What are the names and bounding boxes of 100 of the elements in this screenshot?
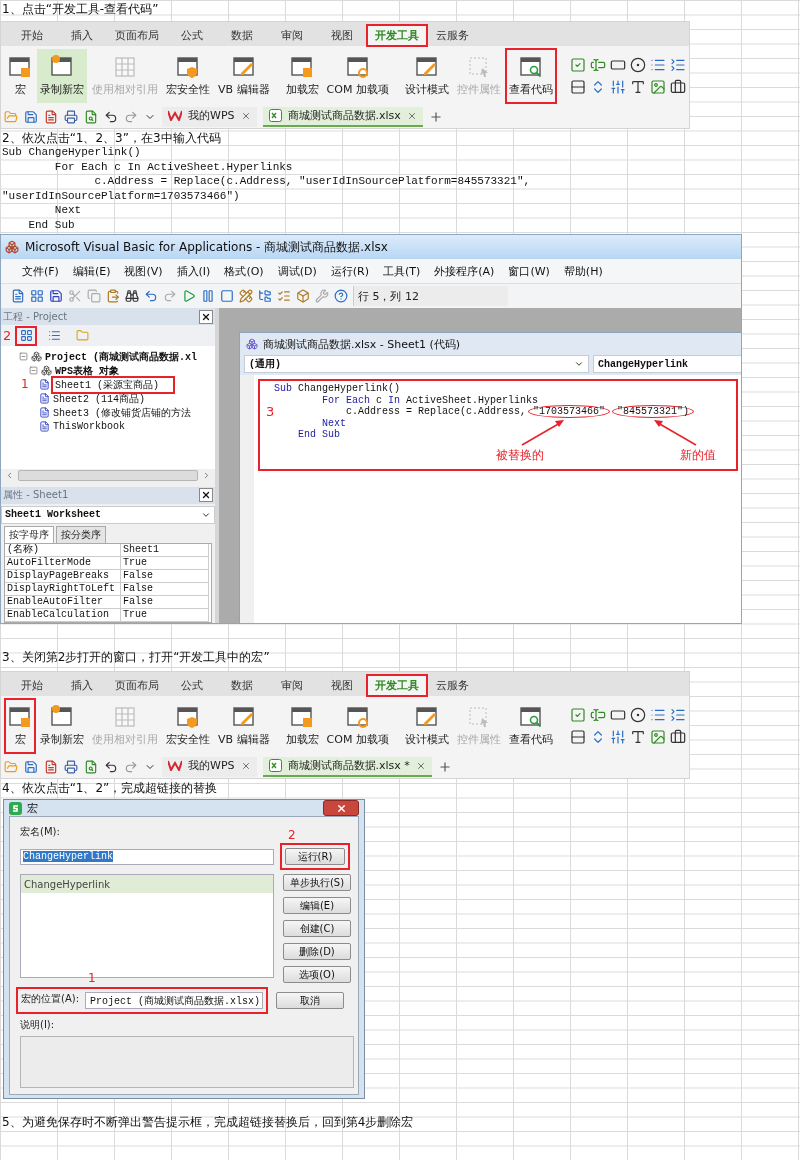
menu-item[interactable]: 运行(R) bbox=[323, 263, 376, 279]
close-tab-button[interactable] bbox=[240, 760, 251, 771]
close-tab-button[interactable] bbox=[415, 760, 426, 771]
close-button[interactable] bbox=[323, 800, 359, 816]
ribbon-tab[interactable]: 页面布局 bbox=[107, 674, 167, 696]
text-field-icon[interactable] bbox=[589, 706, 606, 723]
paste-icon[interactable] bbox=[106, 289, 120, 303]
tree-item[interactable]: Project (商城测试商品数据.xl bbox=[45, 349, 197, 364]
menu-item[interactable]: 格式(O) bbox=[217, 263, 271, 279]
printer-icon[interactable] bbox=[64, 759, 78, 774]
properties-tab[interactable]: 按字母序 bbox=[4, 526, 54, 543]
ribbon-tool-button[interactable]: 设计模式 bbox=[401, 48, 452, 103]
dialog-button[interactable]: 单步执行(S) bbox=[283, 874, 351, 891]
folder-tree-icon[interactable] bbox=[258, 289, 272, 303]
list-item[interactable]: ChangeHyperlink bbox=[21, 875, 273, 893]
design-icon[interactable] bbox=[239, 289, 253, 303]
ribbon-tool-button[interactable]: 录制新宏 bbox=[37, 48, 87, 103]
dialog-button[interactable]: 选项(O) bbox=[283, 966, 351, 983]
play-icon[interactable] bbox=[182, 289, 196, 303]
ribbon-tab[interactable]: 审阅 bbox=[267, 24, 317, 46]
procedure-dropdown[interactable]: ChangeHyperlink bbox=[593, 355, 741, 373]
macro-name-field[interactable]: ChangeHyperlink bbox=[20, 848, 274, 865]
ribbon-tab[interactable]: 开发工具 bbox=[367, 674, 427, 696]
image-icon[interactable] bbox=[649, 728, 666, 745]
image-icon[interactable] bbox=[649, 78, 666, 95]
object-dropdown[interactable]: Sheet1 Worksheet bbox=[1, 505, 215, 524]
undo-icon[interactable] bbox=[104, 109, 118, 124]
document-icon[interactable] bbox=[44, 759, 58, 774]
menu-item[interactable]: 外接程序(A) bbox=[427, 263, 502, 279]
ribbon-tool-button[interactable]: 宏安全性 bbox=[163, 48, 213, 103]
toolbox-icon[interactable] bbox=[669, 728, 686, 745]
undo-icon[interactable] bbox=[104, 759, 118, 774]
ribbon-tool-button[interactable]: 加载宏 bbox=[282, 698, 322, 753]
dialog-button[interactable]: 创建(C) bbox=[283, 920, 351, 937]
ribbon-tool-button[interactable]: COM 加载项 bbox=[323, 48, 392, 103]
rows-icon[interactable] bbox=[569, 728, 586, 745]
dialog-button[interactable]: 删除(D) bbox=[283, 943, 351, 960]
scrollbar-icon[interactable] bbox=[609, 728, 626, 745]
ribbon-tab[interactable]: 开发工具 bbox=[367, 24, 427, 46]
ribbon-tool-button[interactable]: 宏安全性 bbox=[163, 698, 213, 753]
close-button[interactable] bbox=[199, 309, 213, 324]
menu-item[interactable]: 窗口(W) bbox=[501, 263, 557, 279]
ribbon-tab[interactable]: 开始 bbox=[7, 24, 57, 46]
scrollbar-icon[interactable] bbox=[609, 78, 626, 95]
menu-item[interactable]: 视图(V) bbox=[117, 263, 170, 279]
new-tab-icon[interactable] bbox=[437, 759, 452, 774]
close-tab-button[interactable] bbox=[406, 110, 417, 121]
location-dropdown[interactable]: Project (商城测试商品数据.xlsx) bbox=[85, 992, 263, 1009]
type-icon[interactable] bbox=[629, 728, 646, 745]
combo-list-icon[interactable] bbox=[669, 706, 686, 723]
scroll-left-icon[interactable] bbox=[5, 471, 14, 481]
tree-item[interactable]: Sheet3 (修改铺货店铺的方法 bbox=[53, 405, 191, 420]
save-icon[interactable] bbox=[24, 759, 38, 774]
dialog-button[interactable]: 运行(R) bbox=[285, 848, 345, 865]
toolbox-icon[interactable] bbox=[669, 78, 686, 95]
ribbon-tab[interactable]: 云服务 bbox=[427, 24, 477, 46]
pause-icon[interactable] bbox=[201, 289, 215, 303]
menu-item[interactable]: 帮助(H) bbox=[556, 263, 610, 279]
close-button[interactable] bbox=[199, 488, 213, 503]
ribbon-tab[interactable]: 数据 bbox=[217, 24, 267, 46]
file-tab[interactable]: 我的WPS bbox=[162, 106, 257, 127]
tree-item[interactable]: Sheet1 (采源宝商品) bbox=[53, 377, 173, 392]
help-icon[interactable] bbox=[334, 289, 348, 303]
combo-list-icon[interactable] bbox=[669, 56, 686, 73]
box-icon[interactable] bbox=[296, 289, 310, 303]
object-dropdown[interactable]: (通用) bbox=[244, 355, 589, 373]
ribbon-tab[interactable]: 数据 bbox=[217, 674, 267, 696]
ribbon-tab[interactable]: 插入 bbox=[57, 24, 107, 46]
save-icon[interactable] bbox=[49, 289, 63, 303]
collapse-icon[interactable] bbox=[19, 352, 28, 362]
text-field-icon[interactable] bbox=[589, 56, 606, 73]
ribbon-tab[interactable]: 公式 bbox=[167, 674, 217, 696]
file-tab[interactable]: 商城测试商品数据.xlsx bbox=[262, 106, 423, 127]
menu-item[interactable]: 调试(D) bbox=[270, 263, 324, 279]
properties-icon[interactable] bbox=[277, 289, 291, 303]
stop-icon[interactable] bbox=[220, 289, 234, 303]
scrollbar[interactable] bbox=[1, 468, 215, 483]
document-icon[interactable] bbox=[11, 289, 25, 303]
preview-icon[interactable] bbox=[84, 759, 98, 774]
new-tab-icon[interactable] bbox=[428, 109, 443, 124]
redo-icon[interactable] bbox=[124, 109, 138, 124]
ribbon-tab[interactable]: 插入 bbox=[57, 674, 107, 696]
rows-icon[interactable] bbox=[569, 78, 586, 95]
ribbon-tool-button[interactable]: COM 加载项 bbox=[323, 698, 392, 753]
ribbon-tab[interactable]: 开始 bbox=[7, 674, 57, 696]
ribbon-tool-button[interactable]: 录制新宏 bbox=[37, 698, 87, 753]
document-icon[interactable] bbox=[44, 109, 58, 124]
properties-tab[interactable]: 按分类序 bbox=[56, 526, 106, 543]
ribbon-tool-button[interactable]: 查看代码 bbox=[505, 48, 556, 103]
menu-item[interactable]: 插入(I) bbox=[169, 263, 218, 279]
menu-item[interactable]: 编辑(E) bbox=[65, 263, 118, 279]
tree-item[interactable]: Sheet2 (114商品) bbox=[53, 391, 145, 406]
preview-icon[interactable] bbox=[84, 109, 98, 124]
scroll-right-icon[interactable] bbox=[202, 471, 211, 481]
radio-icon[interactable] bbox=[629, 706, 646, 723]
redo-icon[interactable] bbox=[124, 759, 138, 774]
file-tab[interactable]: 我的WPS bbox=[162, 756, 257, 777]
menu-item[interactable]: 工具(T) bbox=[375, 263, 428, 279]
project-tool-button[interactable] bbox=[15, 325, 37, 346]
ribbon-tool-button[interactable]: 宏 bbox=[5, 698, 35, 753]
